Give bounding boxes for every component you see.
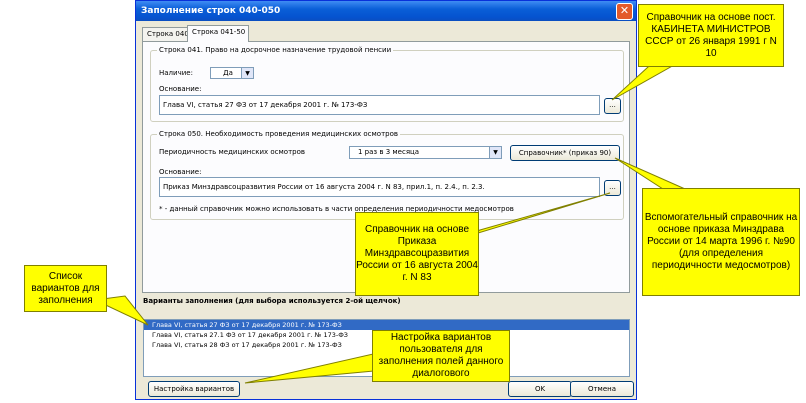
callout-variants-list: Список вариантов для заполнения — [24, 265, 107, 312]
callout-ussr-directory-text: Справочник на основе пост. КАБИНЕТА МИНИ… — [645, 11, 777, 59]
callout-ussr-directory: Справочник на основе пост. КАБИНЕТА МИНИ… — [638, 4, 784, 67]
callout-order-90-text: Вспомогательный справочник на основе при… — [644, 212, 798, 271]
pointer-c5 — [244, 351, 386, 384]
callout-order-83-text: Справочник на основе Приказа Минздравсоц… — [356, 224, 478, 283]
callout-variants-list-text: Список вариантов для заполнения — [31, 270, 100, 306]
callout-order-83: Справочник на основе Приказа Минздравсоц… — [355, 212, 479, 296]
callout-user-settings-text: Настройка вариантов пользователя для зап… — [378, 332, 504, 379]
callout-order-90: Вспомогательный справочник на основе при… — [642, 188, 800, 296]
tab-row-041-50[interactable]: Строка 041-50 — [187, 25, 249, 42]
callout-user-settings: Настройка вариантов пользователя для зап… — [372, 330, 510, 382]
